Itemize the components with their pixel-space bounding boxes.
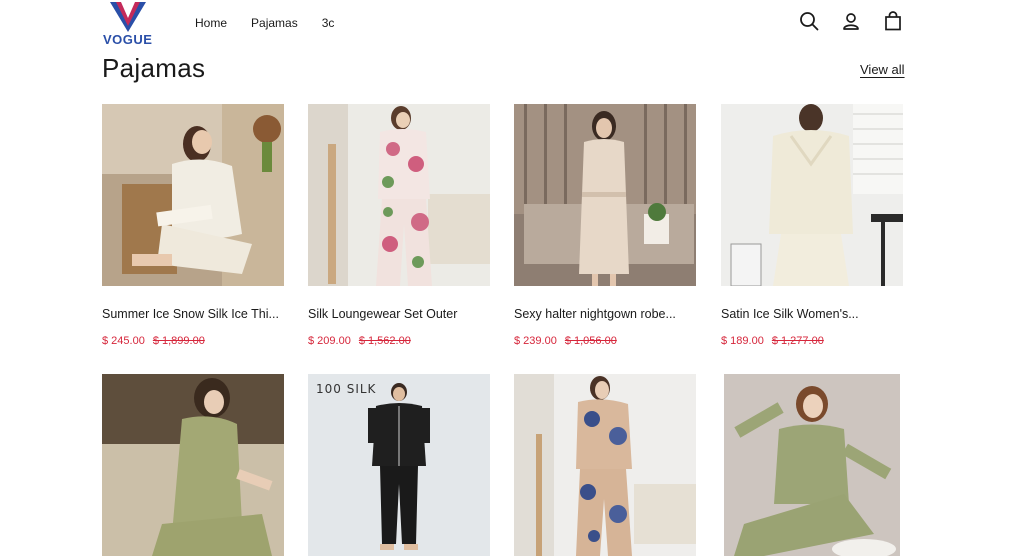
- product-price: $ 239.00 $ 1,056.00: [514, 335, 617, 347]
- product-image[interactable]: 100 SILK: [308, 374, 490, 556]
- product-image[interactable]: [514, 104, 696, 286]
- product-card[interactable]: Silk Loungewear Set Outer $ 209.00 $ 1,56…: [308, 104, 490, 347]
- sale-price: $ 239.00: [514, 335, 557, 347]
- compare-price: $ 1,562.00: [358, 335, 411, 347]
- product-card[interactable]: Summer Ice Snow Silk Ice Thi... $ 245.00…: [102, 104, 284, 347]
- nav-item-home[interactable]: Home: [195, 16, 227, 30]
- nav-item-3c[interactable]: 3c: [322, 16, 335, 30]
- product-card[interactable]: Satin Ice Silk Women's... $ 189.00 $ 1,27…: [721, 104, 903, 347]
- main-nav: Home Pajamas 3c: [195, 16, 358, 30]
- product-image[interactable]: [308, 104, 490, 286]
- brand-name: VOGUE: [103, 32, 153, 47]
- sale-price: $ 209.00: [308, 335, 351, 347]
- compare-price: $ 1,056.00: [564, 335, 617, 347]
- product-name[interactable]: Sexy halter nightgown robe...: [514, 307, 696, 321]
- product-card[interactable]: [514, 374, 696, 556]
- product-card[interactable]: 100 SILK: [308, 374, 490, 556]
- site-header: VOGUE Home Pajamas 3c: [0, 0, 1024, 50]
- brand-logo[interactable]: VOGUE: [103, 2, 153, 47]
- product-image[interactable]: [514, 374, 696, 556]
- product-price: $ 209.00 $ 1,562.00: [308, 335, 411, 347]
- sale-price: $ 189.00: [721, 335, 764, 347]
- product-card[interactable]: Sexy halter nightgown robe... $ 239.00 $ …: [514, 104, 696, 347]
- product-image[interactable]: [721, 104, 903, 286]
- search-icon[interactable]: [798, 10, 820, 32]
- product-name[interactable]: Summer Ice Snow Silk Ice Thi...: [102, 307, 284, 321]
- product-image[interactable]: [102, 104, 284, 286]
- logo-mark-icon: [110, 2, 146, 32]
- view-all-link[interactable]: View all: [860, 62, 905, 77]
- compare-price: $ 1,899.00: [152, 335, 205, 347]
- header-actions: [798, 10, 924, 32]
- product-image[interactable]: [102, 374, 284, 556]
- product-card[interactable]: [102, 374, 284, 556]
- product-name[interactable]: Silk Loungewear Set Outer: [308, 307, 490, 321]
- compare-price: $ 1,277.00: [771, 335, 824, 347]
- nav-item-pajamas[interactable]: Pajamas: [251, 16, 298, 30]
- account-icon[interactable]: [840, 10, 862, 32]
- product-price: $ 245.00 $ 1,899.00: [102, 335, 205, 347]
- sale-price: $ 245.00: [102, 335, 145, 347]
- product-image[interactable]: [724, 374, 900, 556]
- image-label: 100 SILK: [316, 382, 377, 396]
- section-title: Pajamas: [102, 53, 206, 83]
- product-card[interactable]: [724, 374, 906, 556]
- product-name[interactable]: Satin Ice Silk Women's...: [721, 307, 903, 321]
- product-price: $ 189.00 $ 1,277.00: [721, 335, 824, 347]
- cart-icon[interactable]: [882, 10, 904, 32]
